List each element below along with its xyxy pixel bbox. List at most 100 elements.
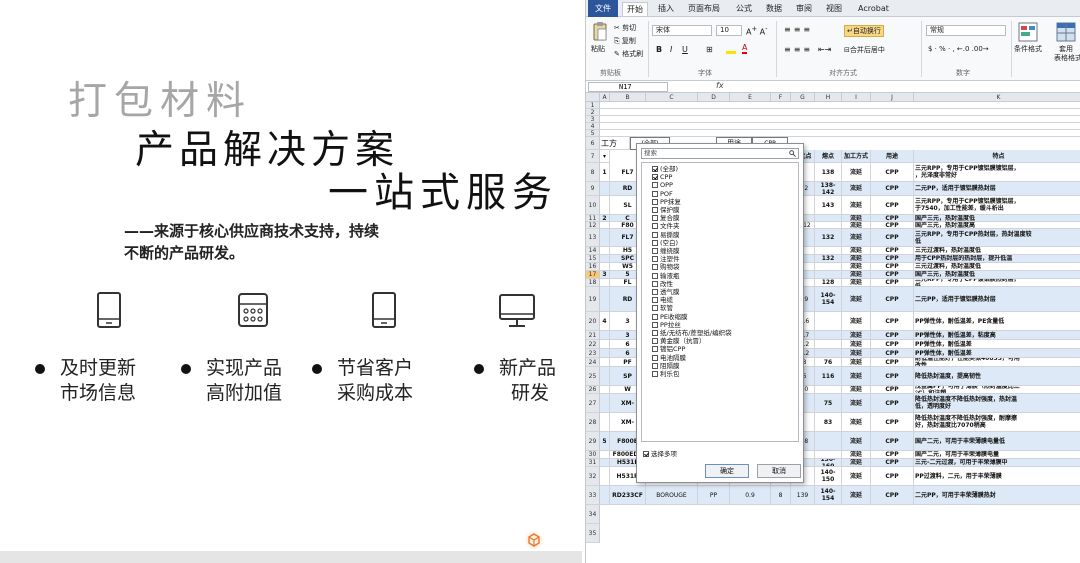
table-cell[interactable] [600, 255, 610, 263]
empty-row[interactable] [600, 123, 1080, 130]
table-cell[interactable]: 流延 [842, 271, 871, 279]
table-cell[interactable]: 流延 [842, 451, 871, 459]
filter-option[interactable]: 易撕膜 [652, 231, 680, 239]
table-cell[interactable]: CPP [871, 459, 914, 467]
table-cell[interactable]: CPP [871, 486, 914, 505]
row-header[interactable]: 10 [586, 196, 600, 215]
row-header[interactable]: 22 [586, 340, 600, 349]
table-cell[interactable]: 128 [815, 279, 842, 287]
tab-insert[interactable]: 插入 [654, 2, 678, 16]
table-cell[interactable]: PP弹性体，耐低温差，粘度高 [914, 331, 1080, 340]
table-cell[interactable]: 流延 [842, 432, 871, 451]
table-cell[interactable] [815, 340, 842, 349]
row-header[interactable]: 15 [586, 255, 600, 263]
filter-option[interactable]: (空白) [652, 239, 678, 247]
borders-icon[interactable]: ⊞ [706, 45, 713, 54]
column-header[interactable]: G [791, 93, 815, 102]
table-cell[interactable]: PP弹性体，耐低温差，PE含量低 [914, 312, 1080, 331]
table-cell[interactable]: 降低热封温度，提高韧性 [914, 367, 1080, 386]
table-cell[interactable]: 流延 [842, 394, 871, 413]
table-cell[interactable]: 132 [815, 229, 842, 247]
table-cell[interactable] [600, 331, 610, 340]
table-cell[interactable] [600, 196, 610, 215]
table-cell[interactable]: CPP [871, 451, 914, 459]
column-header[interactable]: K [914, 93, 1080, 102]
paste-label[interactable]: 粘贴 [591, 44, 605, 54]
column-header[interactable]: A [600, 93, 610, 102]
table-cell[interactable] [815, 215, 842, 222]
merge-center-button[interactable]: ⊟合并后居中 [844, 45, 885, 55]
row-header[interactable]: 34 [586, 505, 600, 524]
select-all-corner[interactable] [586, 93, 600, 102]
table-cell[interactable]: 流延 [842, 182, 871, 196]
table-cell[interactable]: CPP [871, 367, 914, 386]
table-cell[interactable]: 流延 [842, 279, 871, 287]
paste-icon[interactable] [592, 21, 608, 43]
cut-button[interactable]: ✂ 剪切 [614, 23, 636, 33]
tab-view[interactable]: 视图 [822, 2, 846, 16]
font-size-select[interactable]: 10 [716, 25, 742, 36]
table-cell[interactable] [600, 367, 610, 386]
table-cell[interactable]: CPP [871, 263, 914, 271]
table-cell[interactable] [600, 386, 610, 394]
table-cell[interactable]: CPP [871, 222, 914, 229]
table-cell[interactable]: CPP [871, 413, 914, 432]
table-cell[interactable] [600, 182, 610, 196]
tab-data[interactable]: 数据 [762, 2, 786, 16]
table-cell[interactable] [600, 394, 610, 413]
column-header[interactable]: E [730, 93, 771, 102]
underline-button[interactable]: U [682, 45, 688, 54]
table-cell[interactable] [815, 386, 842, 394]
table-cell[interactable]: CPP [871, 163, 914, 182]
column-header[interactable]: C [646, 93, 698, 102]
row-header[interactable]: 12 [586, 222, 600, 229]
filter-option[interactable]: 软管 [652, 304, 673, 312]
table-cell[interactable] [600, 413, 610, 432]
filter-option[interactable]: 黄金膜（抗冒） [652, 337, 706, 345]
table-cell[interactable]: 三元过渡料，热封温度低 [914, 247, 1080, 255]
tab-home[interactable]: 开始 [622, 2, 648, 16]
row-header[interactable]: 14 [586, 247, 600, 255]
table-cell[interactable]: 138- 142 [815, 182, 842, 196]
multi-select-checkbox[interactable]: 选择多项 [643, 448, 677, 458]
row-header[interactable]: 35 [586, 524, 600, 543]
table-cell[interactable]: 流延 [842, 467, 871, 486]
row-header[interactable]: 1 [586, 102, 600, 109]
table-cell[interactable] [600, 358, 610, 367]
filter-options-list[interactable]: (全部) CPP OPP POF PP抹复 保护膜 复合膜 文件夹 易撕膜 (空白) 缠绕膜 注塑件购… [641, 162, 799, 442]
table-cell[interactable]: 130- 160 [815, 459, 842, 467]
filter-option[interactable]: 保护膜 [652, 206, 680, 214]
table-cell[interactable]: 3 [600, 271, 610, 279]
filter-option[interactable]: (全部) [652, 165, 678, 173]
table-cell[interactable]: 76 [815, 358, 842, 367]
table-cell[interactable]: 流延 [842, 255, 871, 263]
table-cell[interactable]: BOROUGE [646, 486, 698, 505]
number-format-icons[interactable]: $ · % · , ←.0 .00→ [928, 45, 989, 53]
filter-option[interactable]: 注塑件 [652, 255, 680, 263]
table-cell[interactable]: 三元RPP，专用于CPP镀铝膜镀铝层， 于7540，加工性能差，缓斗析出 [914, 196, 1080, 215]
table-cell[interactable] [815, 263, 842, 271]
table-cell[interactable]: CPP [871, 279, 914, 287]
table-cell[interactable]: CPP [871, 271, 914, 279]
table-cell[interactable]: PP弹性体，耐低温差 [914, 349, 1080, 358]
table-cell[interactable]: PP [698, 486, 730, 505]
table-cell[interactable]: CPP [871, 229, 914, 247]
column-header[interactable]: H [815, 93, 842, 102]
align-left-icons[interactable]: ≡≡≡ [784, 45, 813, 54]
table-cell[interactable] [600, 486, 610, 505]
row-header[interactable]: 33 [586, 486, 600, 505]
table-cell[interactable]: 2 [600, 215, 610, 222]
table-cell[interactable] [815, 331, 842, 340]
table-cell[interactable] [815, 451, 842, 459]
table-format-icon[interactable] [1056, 22, 1076, 42]
table-cell[interactable]: CPP [871, 386, 914, 394]
table-cell[interactable]: 132 [815, 255, 842, 263]
indent-icons[interactable]: ⇤⇥ [818, 45, 831, 54]
copy-button[interactable]: ⎘ 复制 [614, 36, 636, 46]
tab-formulas[interactable]: 公式 [732, 2, 756, 16]
filter-option[interactable]: CPP [652, 173, 672, 181]
row-header[interactable]: 30 [586, 451, 600, 459]
fx-label[interactable]: fx [716, 81, 724, 90]
table-cell[interactable] [815, 432, 842, 451]
table-cell[interactable]: 国产三元，热封温度低 [914, 271, 1080, 279]
